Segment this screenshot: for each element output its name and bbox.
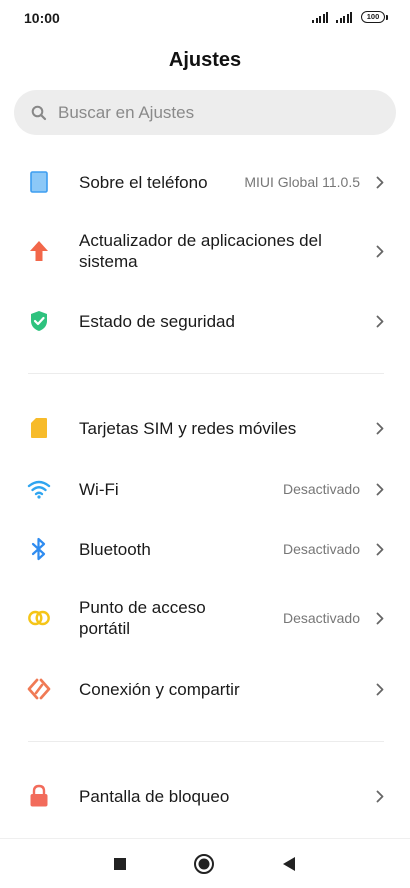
wifi-icon <box>27 477 51 501</box>
phone-icon <box>27 170 51 194</box>
home-button[interactable] <box>191 851 217 877</box>
search-placeholder: Buscar en Ajustes <box>58 102 195 122</box>
setting-lock-screen[interactable]: Pantalla de bloqueo <box>0 775 410 817</box>
circle-icon <box>194 854 214 874</box>
setting-value: Desactivado <box>282 481 360 497</box>
status-bar: 10:00 100 <box>0 0 410 36</box>
setting-label: Sobre el teléfono <box>79 172 208 192</box>
shield-check-icon <box>27 309 51 333</box>
setting-hotspot[interactable]: Punto de acceso portátil Desactivado <box>0 595 410 641</box>
setting-label: Wi-Fi <box>79 479 119 499</box>
status-icons: 100 <box>312 11 388 23</box>
setting-label: Actualizador de aplicaciones del sistema <box>79 231 322 271</box>
setting-connection-sharing[interactable]: Conexión y compartir <box>0 668 410 710</box>
chevron-right-icon <box>374 542 386 556</box>
page-title: Ajustes <box>168 49 242 71</box>
status-time: 10:00 <box>24 10 60 26</box>
bluetooth-icon <box>27 537 51 561</box>
lock-icon <box>27 784 51 808</box>
chevron-right-icon <box>374 789 386 803</box>
setting-value: Desactivado <box>282 610 360 626</box>
setting-app-updater[interactable]: Actualizador de aplicaciones del sistema <box>0 228 410 274</box>
setting-security-status[interactable]: Estado de seguridad <box>0 300 410 342</box>
section-divider <box>28 741 384 742</box>
chevron-right-icon <box>374 421 386 435</box>
signal-icon <box>312 11 328 23</box>
sim-card-icon <box>27 416 51 440</box>
chevron-right-icon <box>374 244 386 258</box>
chevron-right-icon <box>374 611 386 625</box>
chevron-right-icon <box>374 482 386 496</box>
back-button[interactable] <box>276 851 302 877</box>
setting-label: Tarjetas SIM y redes móviles <box>79 418 297 438</box>
signal-icon <box>336 11 352 23</box>
chevron-right-icon <box>374 314 386 328</box>
connection-share-icon <box>27 677 51 701</box>
hotspot-icon <box>27 606 51 630</box>
update-arrow-icon <box>27 239 51 263</box>
chevron-right-icon <box>374 682 386 696</box>
search-icon <box>14 90 58 135</box>
setting-label: Bluetooth <box>79 539 151 559</box>
square-icon <box>114 858 126 870</box>
setting-wifi[interactable]: Wi-Fi Desactivado <box>0 468 410 510</box>
battery-icon: 100 <box>361 11 388 23</box>
setting-sim-cards[interactable]: Tarjetas SIM y redes móviles <box>0 407 410 449</box>
chevron-right-icon <box>374 175 386 189</box>
setting-label: Conexión y compartir <box>79 679 240 699</box>
setting-label: Punto de acceso portátil <box>79 598 206 638</box>
setting-bluetooth[interactable]: Bluetooth Desactivado <box>0 528 410 570</box>
setting-value: Desactivado <box>282 541 360 557</box>
setting-value: MIUI Global 11.0.5 <box>244 174 360 190</box>
section-divider <box>28 373 384 374</box>
setting-about-phone[interactable]: Sobre el teléfono MIUI Global 11.0.5 <box>0 161 410 203</box>
navigation-bar <box>0 838 410 888</box>
recents-button[interactable] <box>107 851 133 877</box>
search-input[interactable]: Buscar en Ajustes <box>14 90 396 135</box>
battery-level: 100 <box>361 11 385 23</box>
triangle-back-icon <box>283 857 295 871</box>
setting-label: Estado de seguridad <box>79 311 235 331</box>
setting-label: Pantalla de bloqueo <box>79 786 230 806</box>
